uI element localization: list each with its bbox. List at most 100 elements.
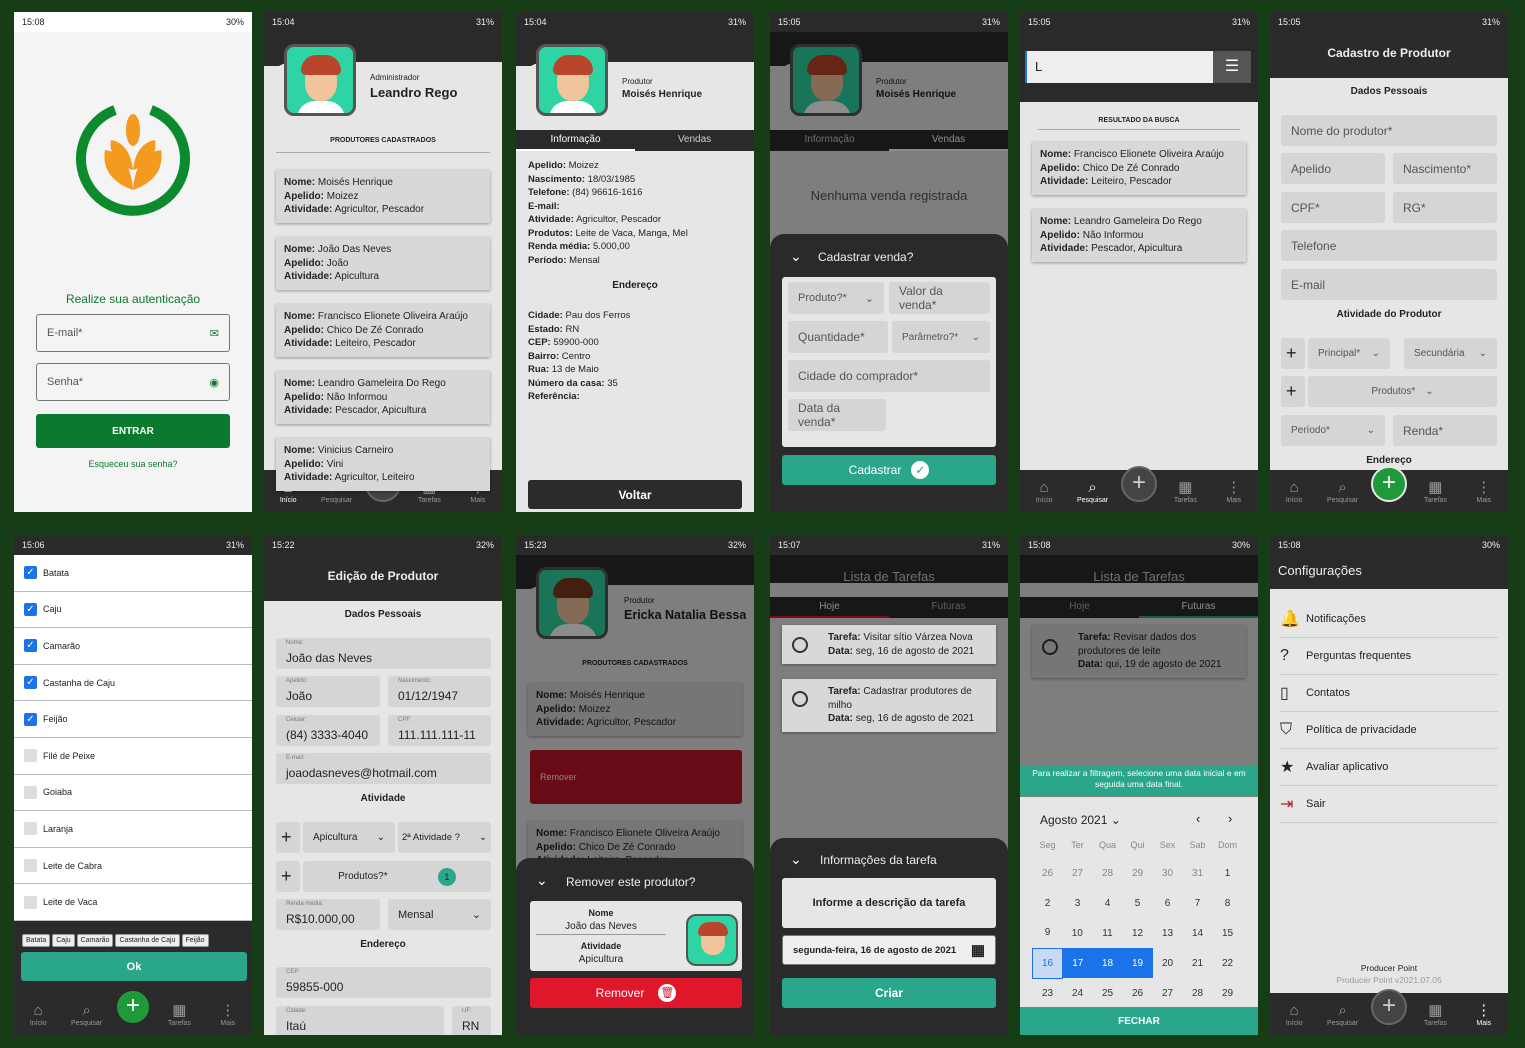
add-button[interactable]: + bbox=[1370, 466, 1407, 502]
selected-chip[interactable]: Batata bbox=[22, 934, 51, 947]
sale-date-field[interactable]: Data da venda* bbox=[788, 399, 886, 431]
radio-icon[interactable] bbox=[792, 691, 808, 707]
calendar-day[interactable]: 3 bbox=[1063, 888, 1093, 918]
radio-icon[interactable] bbox=[792, 637, 808, 653]
checkbox-unchecked-icon[interactable] bbox=[24, 785, 37, 799]
principal-select[interactable]: Apicultura ⌄ bbox=[303, 822, 395, 853]
calendar-day[interactable]: 1 bbox=[1213, 858, 1243, 888]
nickname-field[interactable]: Apelido bbox=[1281, 153, 1385, 184]
nav-more[interactable]: ⋮Mais bbox=[1464, 1002, 1504, 1027]
nav-more[interactable]: ⋮Mais bbox=[208, 1002, 248, 1027]
checkbox-item[interactable]: ✓ Castanha de Caju bbox=[14, 664, 252, 702]
buyer-city-field[interactable]: Cidade do comprador* bbox=[788, 360, 990, 392]
back-button[interactable]: Voltar bbox=[528, 480, 742, 509]
nav-search[interactable]: ⌕Pesquisar bbox=[67, 1002, 107, 1027]
tab-vendas[interactable]: Vendas bbox=[635, 130, 754, 151]
add-activity-button[interactable]: + bbox=[276, 822, 300, 853]
products-select[interactable]: Produtos* ⌄ bbox=[1308, 376, 1497, 407]
calendar-day[interactable]: 24 bbox=[1063, 978, 1093, 1008]
calendar-day[interactable]: 26 bbox=[1123, 978, 1153, 1008]
task-description-field[interactable]: Informe a descrição da tarefa bbox=[782, 878, 996, 928]
nickname-field[interactable]: Apelido: João bbox=[276, 676, 380, 707]
email-field[interactable]: E-mail bbox=[1281, 269, 1497, 300]
city-field[interactable]: Cidade: Itaú bbox=[276, 1006, 444, 1035]
list-item[interactable]: Nome: Leandro Gameleira Do Rego Apelido: … bbox=[276, 371, 490, 424]
birth-field[interactable]: Nascimento* bbox=[1393, 153, 1497, 184]
calendar-day[interactable]: 25 bbox=[1093, 978, 1123, 1008]
calendar-day[interactable]: 10 bbox=[1063, 918, 1093, 948]
checkbox-item[interactable]: ✓ Feijão bbox=[14, 701, 252, 738]
add-product-button[interactable]: + bbox=[276, 861, 300, 892]
nav-search[interactable]: ⌕Pesquisar bbox=[1073, 479, 1113, 504]
settings-item[interactable]: ? Perguntas frequentes bbox=[1280, 638, 1498, 675]
checkbox-checked-icon[interactable]: ✓ bbox=[24, 712, 37, 726]
task-date-field[interactable]: segunda-feira, 16 de agosto de 2021 ▦ bbox=[782, 935, 996, 965]
checkbox-unchecked-icon[interactable] bbox=[24, 859, 37, 873]
calendar-day[interactable]: 18 bbox=[1092, 948, 1123, 978]
selected-chip[interactable]: Camarão bbox=[76, 934, 114, 947]
nav-home[interactable]: ⌂Início bbox=[1024, 479, 1064, 504]
add-button[interactable]: + bbox=[1120, 466, 1157, 502]
email-field[interactable]: E-mail: joaodasneves@hotmail.com bbox=[276, 753, 491, 784]
secondary-select[interactable]: Secundária ⌄ bbox=[1404, 338, 1497, 369]
checkbox-item[interactable]: Leite de Cabra bbox=[14, 847, 252, 885]
nav-more[interactable]: ⋮Mais bbox=[1214, 479, 1254, 504]
nav-tasks[interactable]: ▦Tarefas bbox=[1165, 479, 1205, 504]
tab-informacao[interactable]: Informação bbox=[516, 130, 635, 151]
calendar-day[interactable]: 26 bbox=[1033, 858, 1063, 888]
add-button[interactable]: + bbox=[1370, 989, 1407, 1025]
list-item[interactable]: Tarefa: Visitar sítio Várzea Nova Data: s… bbox=[782, 625, 996, 664]
calendar-day[interactable]: 20 bbox=[1153, 948, 1183, 978]
settings-item[interactable]: ⛉ Política de privacidade bbox=[1280, 712, 1498, 749]
calendar-day[interactable]: 29 bbox=[1213, 978, 1243, 1008]
filter-list-icon[interactable]: ☰ bbox=[1213, 51, 1251, 83]
name-field[interactable]: Nome do produtor* bbox=[1281, 115, 1497, 146]
settings-item[interactable]: ▯ Contatos bbox=[1280, 675, 1498, 712]
forgot-password-link[interactable]: Esqueceu sua senha? bbox=[14, 459, 252, 469]
calendar-day[interactable]: 27 bbox=[1063, 858, 1093, 888]
period-select[interactable]: Mensal ⌄ bbox=[388, 899, 491, 930]
calendar-day[interactable]: 7 bbox=[1183, 888, 1213, 918]
calendar-day[interactable]: 11 bbox=[1093, 918, 1123, 948]
ok-button[interactable]: Ok bbox=[21, 952, 247, 981]
list-item[interactable]: Nome: Vinicius Carneiro Apelido: Vini Ativ… bbox=[276, 438, 490, 491]
nav-home[interactable]: ⌂Início bbox=[1274, 479, 1314, 504]
checkbox-unchecked-icon[interactable] bbox=[24, 895, 37, 909]
nav-home[interactable]: ⌂Início bbox=[1274, 1002, 1314, 1027]
parameter-select[interactable]: Parâmetro?* ⌄ bbox=[892, 321, 990, 353]
register-sale-button[interactable]: Cadastrar ✓ bbox=[782, 455, 996, 485]
remove-button[interactable]: Remover 🗑 bbox=[530, 978, 742, 1008]
calendar-day[interactable]: 15 bbox=[1213, 918, 1243, 948]
checkbox-checked-icon[interactable]: ✓ bbox=[24, 639, 37, 653]
checkbox-item[interactable]: Filé de Peixe bbox=[14, 737, 252, 775]
checkbox-checked-icon[interactable]: ✓ bbox=[24, 676, 37, 690]
settings-item[interactable]: ⇥ Sair bbox=[1280, 786, 1498, 823]
nav-search[interactable]: ⌕Pesquisar bbox=[1323, 1002, 1363, 1027]
birth-field[interactable]: Nascimento: 01/12/1947 bbox=[388, 676, 491, 707]
month-selector[interactable]: Agosto 2021 ⌄ bbox=[1040, 813, 1121, 827]
add-button[interactable]: + bbox=[114, 989, 151, 1025]
secondary-select[interactable]: 2ª Atividade ? ⌄ bbox=[398, 822, 491, 853]
create-task-button[interactable]: Criar bbox=[782, 978, 996, 1008]
eye-icon[interactable]: ◉ bbox=[209, 376, 219, 389]
list-item[interactable]: Nome: Francisco Elionete Oliveira Araújo… bbox=[1032, 142, 1246, 195]
rg-field[interactable]: RG* bbox=[1393, 192, 1497, 223]
settings-item[interactable]: 🔔 Notificações bbox=[1280, 601, 1498, 638]
chevron-down-icon[interactable]: ⌄ bbox=[536, 872, 548, 889]
nav-home[interactable]: ⌂Início bbox=[18, 1002, 58, 1027]
chevron-down-icon[interactable]: ⌄ bbox=[790, 248, 802, 265]
calendar-day[interactable]: 21 bbox=[1183, 948, 1213, 978]
nav-tasks[interactable]: ▦Tarefas bbox=[159, 1002, 199, 1027]
nav-tasks[interactable]: ▦Tarefas bbox=[1415, 1002, 1455, 1027]
calendar-day[interactable]: 4 bbox=[1093, 888, 1123, 918]
calendar-day[interactable]: 29 bbox=[1123, 858, 1153, 888]
email-field[interactable]: E-mail* ✉ bbox=[36, 314, 230, 352]
list-item[interactable]: Tarefa: Cadastrar produtores de milho Dat… bbox=[782, 679, 996, 732]
calendar-day[interactable]: 13 bbox=[1153, 918, 1183, 948]
uf-field[interactable]: UF: RN bbox=[452, 1006, 491, 1035]
add-product-button[interactable]: + bbox=[1281, 376, 1305, 407]
list-item[interactable]: Nome: João Das Neves Apelido: João Ativida… bbox=[276, 237, 490, 290]
checkbox-item[interactable]: ✓ Camarão bbox=[14, 628, 252, 665]
income-field[interactable]: Renda média: R$10.000,00 bbox=[276, 899, 380, 930]
calendar-day[interactable]: 8 bbox=[1213, 888, 1243, 918]
